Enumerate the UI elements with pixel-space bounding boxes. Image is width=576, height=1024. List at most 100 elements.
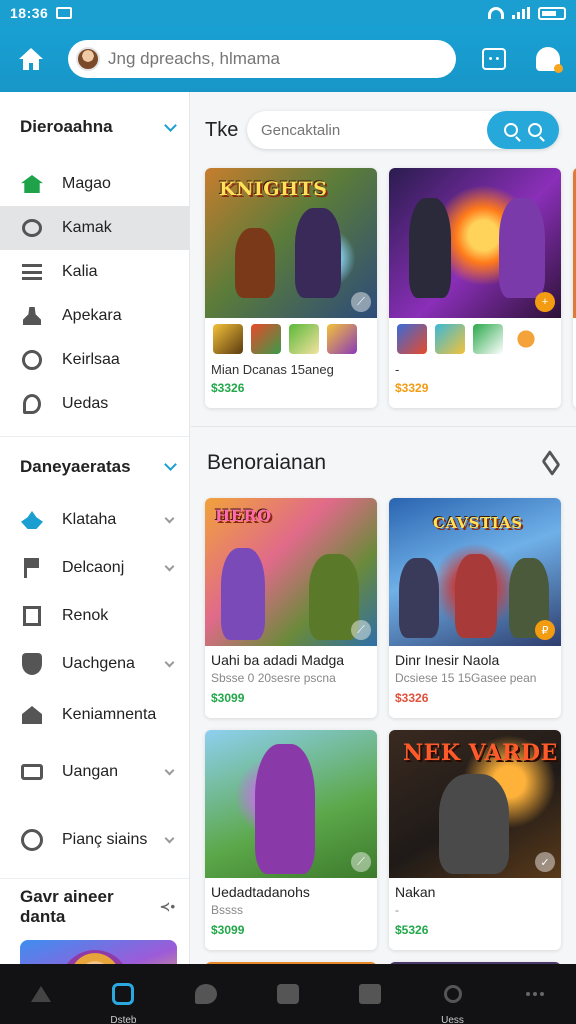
featured-card[interactable]: + - $3329 <box>389 168 561 408</box>
sidebar-item-label: Magao <box>62 175 111 192</box>
notification-bell-icon[interactable] <box>536 47 563 73</box>
avatar[interactable] <box>76 47 100 71</box>
sidebar-section-header[interactable]: Dieroaahna <box>0 92 189 162</box>
card-subtitle: Dcsiese 15 15Gasee pean <box>395 671 537 685</box>
sidebar-item-kalia[interactable]: Kalia <box>0 250 189 294</box>
header-search-input[interactable] <box>108 49 438 69</box>
sidebar-item-keirlsaa[interactable]: Keirlsaa <box>0 338 189 382</box>
sidebar-item-kamak[interactable]: Kamak <box>0 206 189 250</box>
sidebar-item-klataha[interactable]: Klataha <box>0 496 189 544</box>
card-price: $3326 <box>395 691 429 705</box>
card-title: Mian Dcanas 15aneg <box>211 362 334 377</box>
more-icon[interactable]: ✓ <box>535 852 555 872</box>
sidebar-item-magao[interactable]: Magao <box>0 162 189 206</box>
sidebar-item-label: Kamak <box>62 219 112 236</box>
chevron-down-icon <box>164 458 177 471</box>
more-icon[interactable]: + <box>535 292 555 312</box>
nav-search-button[interactable]: Uess <box>425 964 481 1024</box>
home-icon <box>19 48 43 70</box>
nav-up-button[interactable] <box>13 964 69 1024</box>
more-icon[interactable]: ⟋ <box>351 292 371 312</box>
card-price: $3099 <box>211 691 245 705</box>
main-search-input[interactable] <box>261 121 481 139</box>
more-icon[interactable]: ⟋ <box>351 852 371 872</box>
main-content: Tke KNIGHTS ⟋ Mian Dcanas 15aneg <box>191 92 576 964</box>
chevron-down-icon <box>164 561 175 571</box>
game-card[interactable]: HERO ⟋ Uahi ba adadi Madga Sbsse 0 20ses… <box>205 498 377 718</box>
nav-square-button[interactable] <box>342 964 398 1024</box>
sidebar-section-title: Daneyaeratas <box>20 456 131 476</box>
game-logo: KNIGHTS <box>219 178 328 200</box>
game-thumbnail[interactable] <box>289 324 319 354</box>
sidebar-footer-title: Gavr aineer danta <box>20 886 114 926</box>
card-subtitle: Sbsse 0 20sesre pscna <box>211 671 336 685</box>
search-icon <box>504 123 518 137</box>
sidebar-item-uedas[interactable]: Uedas <box>0 382 189 426</box>
mini-icons-strip <box>389 318 561 358</box>
game-card[interactable]: ⟋ Uedadtadanohs Bssss $3099 <box>205 730 377 950</box>
game-art-image: NEK VARDE ✓ <box>389 730 561 878</box>
chevron-down-icon <box>164 765 175 775</box>
sidebar-item-label: Renok <box>62 607 109 624</box>
sidebar-item-apekara[interactable]: Apekara <box>0 294 189 338</box>
sidebar-item-label: Keniamnenta <box>62 706 157 723</box>
signal-icon <box>512 7 530 19</box>
more-icon[interactable]: ₽ <box>535 620 555 640</box>
nav-store-button[interactable] <box>260 964 316 1024</box>
nav-library-button[interactable]: Dsteb <box>95 964 151 1024</box>
sidebar-section-title: Dieroaahna <box>20 117 113 136</box>
chevron-down-icon <box>164 118 177 132</box>
share-icon[interactable]: ≺• <box>160 899 175 915</box>
more-icon[interactable]: ⟋ <box>351 620 371 640</box>
featured-card[interactable]: KNIGHTS ⟋ Mian Dcanas 15aneg $3326 <box>205 168 377 408</box>
game-card[interactable]: NEK VARDE ✓ Nakan - $5326 <box>389 730 561 950</box>
sidebar-item-pianc-siains[interactable]: Pianç siains <box>0 802 189 878</box>
card-title: - <box>395 362 400 377</box>
sidebar-item-uachgena[interactable]: Uachgena <box>0 640 189 688</box>
game-thumbnail[interactable] <box>397 324 427 354</box>
home-button[interactable] <box>14 42 48 76</box>
game-thumbnail[interactable] <box>511 324 541 354</box>
page-title: Tke <box>205 118 239 141</box>
sidebar-item-label: Pianç siains <box>62 831 148 848</box>
leaf-icon <box>23 394 41 414</box>
app-header: • • <box>0 26 576 92</box>
game-thumbnail[interactable] <box>213 324 243 354</box>
search-button[interactable] <box>487 111 559 149</box>
game-thumbnail[interactable] <box>473 324 503 354</box>
status-bar: 18:36 <box>0 0 576 26</box>
nav-label: Dsteb <box>110 1015 137 1024</box>
game-thumbnail[interactable] <box>435 324 465 354</box>
sidebar-footer[interactable]: Gavr aineer danta ≺• <box>0 878 189 934</box>
sidebar-item-label: Apekara <box>62 307 122 324</box>
controller-icon[interactable]: • • <box>482 48 506 70</box>
sidebar-item-delcaonj[interactable]: Delcaonj <box>0 544 189 592</box>
status-time: 18:36 <box>10 5 49 21</box>
sidebar-item-label: Keirlsaa <box>62 351 120 368</box>
header-search-bar[interactable] <box>68 40 456 78</box>
person-icon <box>23 307 41 325</box>
square-icon <box>359 984 382 1004</box>
game-thumbnail[interactable] <box>251 324 281 354</box>
sidebar-item-keniamnenta[interactable]: Keniamnenta <box>0 688 189 742</box>
expand-icon[interactable] <box>541 449 561 476</box>
grid-icon <box>23 606 41 626</box>
house-icon <box>22 706 42 724</box>
shield-icon <box>22 653 42 675</box>
sidebar-item-label: Delcaonj <box>62 559 125 576</box>
sidebar-item-label: Uangan <box>62 763 119 780</box>
sidebar-promo-image[interactable] <box>20 940 177 964</box>
game-thumbnail[interactable] <box>327 324 357 354</box>
sidebar-item-renok[interactable]: Renok <box>0 592 189 640</box>
nav-more-button[interactable] <box>507 964 563 1024</box>
main-search-bar[interactable] <box>247 111 559 149</box>
sidebar: Dieroaahna Magao Kamak Kalia Apekara Kei… <box>0 92 190 964</box>
nav-chat-button[interactable] <box>178 964 234 1024</box>
chat-bubble-icon <box>194 984 217 1004</box>
nav-label: Uess <box>441 1015 464 1024</box>
game-card[interactable]: CAVSTIAS ₽ Dinr Inesir Naola Dcsiese 15 … <box>389 498 561 718</box>
sidebar-item-uangan[interactable]: Uangan <box>0 742 189 802</box>
sidebar-section-header[interactable]: Daneyaeratas <box>0 436 189 496</box>
message-notification-icon <box>56 7 73 19</box>
battery-icon <box>538 6 566 20</box>
